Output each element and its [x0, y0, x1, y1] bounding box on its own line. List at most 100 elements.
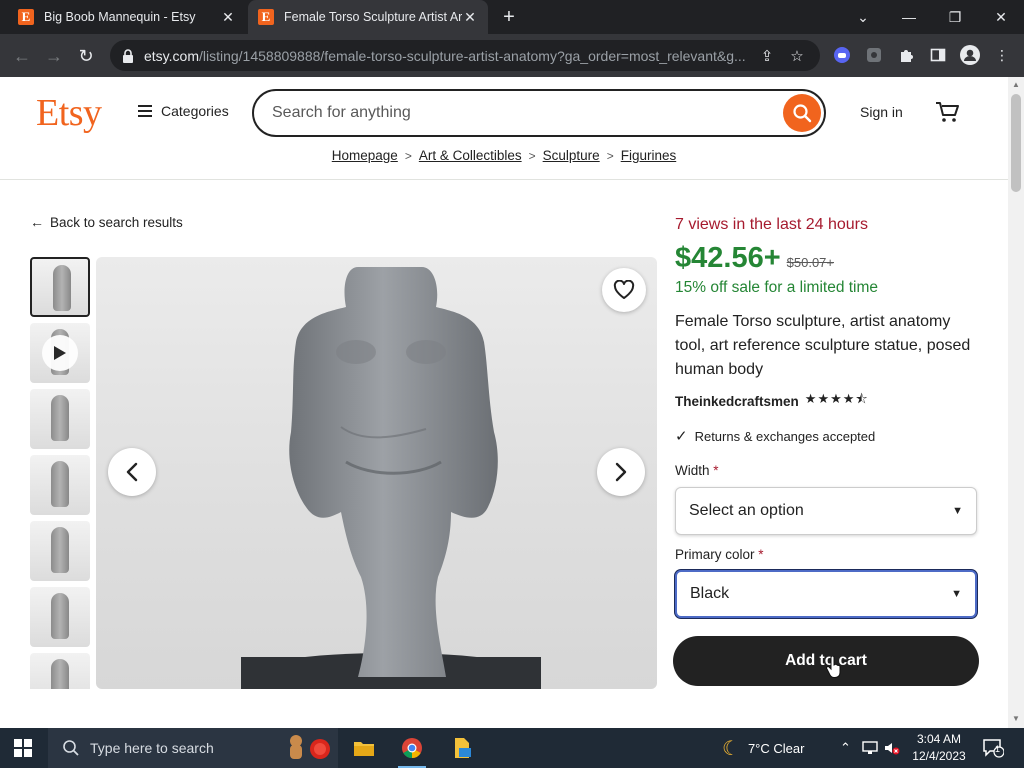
minimize-button[interactable]: — — [886, 0, 932, 34]
more-menu-icon[interactable]: ⋮ — [992, 45, 1012, 65]
heart-icon — [613, 280, 635, 299]
price-row: $42.56+ $50.07+ — [675, 242, 834, 275]
width-label: Width * — [675, 463, 719, 478]
back-arrow-icon[interactable]: ← — [8, 42, 36, 70]
caret-down-icon: ▼ — [952, 505, 963, 517]
thumbnail-image[interactable] — [30, 257, 90, 317]
notification-center-icon[interactable]: 1 — [982, 728, 1004, 768]
scroll-up-icon[interactable]: ▲ — [1011, 80, 1021, 90]
chevron-right-icon: > — [528, 149, 536, 163]
tab-big-boob-mannequin[interactable]: E Big Boob Mannequin - Etsy ✕ — [8, 0, 246, 34]
extension-icon[interactable] — [864, 45, 884, 65]
checkmark-icon: ✓ — [675, 428, 688, 445]
bookmark-star-icon[interactable]: ☆ — [786, 47, 808, 65]
search-icon — [793, 104, 812, 123]
product-title: Female Torso sculpture, artist anatomy t… — [675, 313, 971, 378]
show-hidden-icons-chevron-icon[interactable]: ⌃ — [840, 728, 851, 768]
taskbar-search[interactable]: Type here to search — [48, 728, 338, 768]
tab-female-torso-sculpture[interactable]: E Female Torso Sculpture Artist Ar ✕ — [248, 0, 488, 34]
breadcrumb-homepage[interactable]: Homepage — [332, 148, 398, 163]
network-icon[interactable] — [862, 728, 878, 768]
etsy-logo[interactable]: Etsy — [36, 91, 102, 135]
file-app[interactable] — [440, 728, 484, 768]
browser-toolbar: ← → ↻ etsy.com /listing/1458809888/femal… — [0, 34, 1024, 77]
chevron-right-icon: > — [404, 149, 412, 163]
categories-button[interactable]: Categories — [138, 103, 229, 119]
tab-search-chevron-icon[interactable]: ⌄ — [840, 0, 886, 34]
search-icon — [63, 740, 79, 756]
thumbnail-image[interactable] — [30, 455, 90, 515]
breadcrumb: Homepage > Art & Collectibles > Sculpture > Fi… — [0, 148, 1008, 163]
side-panel-icon[interactable] — [928, 45, 948, 65]
forward-arrow-icon[interactable]: → — [40, 42, 68, 70]
search-bar — [252, 89, 826, 137]
chrome-app[interactable] — [390, 728, 434, 768]
thumbnail-image[interactable] — [30, 587, 90, 647]
primary-color-label: Primary color * — [675, 547, 764, 562]
sign-in-link[interactable]: Sign in — [860, 104, 903, 120]
chevron-left-icon — [126, 462, 138, 482]
required-asterisk: * — [758, 547, 764, 562]
breadcrumb-sculpture[interactable]: Sculpture — [543, 148, 600, 163]
browser-tab-bar: E Big Boob Mannequin - Etsy ✕ E Female T… — [0, 0, 1024, 34]
notification-count: 1 — [995, 744, 1001, 754]
system-clock[interactable]: 3:04 AM 12/4/2023 — [908, 731, 970, 765]
tab-title: Big Boob Mannequin - Etsy — [44, 10, 196, 24]
page-scrollbar[interactable]: ▲ ▼ — [1008, 77, 1024, 728]
discord-extension-icon[interactable] — [832, 45, 852, 65]
color-label-text: Primary color — [675, 547, 755, 562]
chrome-icon — [402, 738, 422, 759]
thumbnail-image[interactable] — [30, 653, 90, 689]
weather-widget[interactable]: ☾ 7°C Clear — [722, 728, 804, 768]
thumbnail-video[interactable] — [30, 323, 90, 383]
star-rating[interactable]: ★★★★⯪ — [805, 390, 869, 412]
taskbar-search-placeholder: Type here to search — [90, 740, 214, 756]
next-image-button[interactable] — [597, 448, 645, 496]
returns-label: Returns & exchanges accepted — [694, 428, 876, 444]
shopping-cart-icon[interactable] — [934, 99, 960, 125]
puzzle-extensions-icon[interactable] — [896, 45, 916, 65]
width-label-text: Width — [675, 463, 710, 478]
primary-color-select[interactable]: Black ▼ — [675, 570, 977, 618]
address-bar[interactable]: etsy.com /listing/1458809888/female-tors… — [110, 40, 820, 71]
gingerbread-doodle-icon — [290, 735, 330, 759]
url-path: /listing/1458809888/female-torso-sculptu… — [198, 47, 746, 64]
breadcrumb-figurines[interactable]: Figurines — [621, 148, 677, 163]
sculpture-photo — [241, 267, 541, 689]
restore-button[interactable]: ❐ — [932, 0, 978, 34]
thumbnail-image[interactable] — [30, 389, 90, 449]
close-icon[interactable]: ✕ — [220, 9, 236, 25]
shop-name-link[interactable]: Theinkedcraftsmen — [675, 394, 799, 409]
chevron-right-icon: > — [606, 149, 614, 163]
back-link-label: Back to search results — [50, 214, 183, 230]
window-close-button[interactable]: ✕ — [978, 0, 1024, 34]
volume-muted-icon[interactable] — [884, 728, 900, 768]
moon-icon: ☾ — [722, 737, 740, 760]
tab-title: Female Torso Sculpture Artist Ar — [284, 10, 462, 24]
back-to-search-link[interactable]: ← Back to search results — [30, 214, 183, 230]
search-button[interactable] — [783, 94, 821, 132]
search-input[interactable] — [272, 104, 783, 122]
share-icon[interactable]: ⇪ — [756, 47, 778, 65]
windows-start-icon[interactable] — [14, 739, 32, 757]
reload-icon[interactable]: ↻ — [72, 42, 100, 70]
url-host: etsy.com — [144, 47, 199, 64]
sale-notice: 15% off sale for a limited time — [675, 279, 879, 296]
weather-text: 7°C Clear — [747, 740, 805, 756]
breadcrumb-art-collectibles[interactable]: Art & Collectibles — [419, 148, 522, 163]
windows-taskbar: Type here to search ☾ 7°C Clear ⌃ 3:04 A… — [0, 728, 1024, 768]
product-main-image[interactable] — [96, 257, 657, 689]
width-select[interactable]: Select an option ▼ — [675, 487, 977, 535]
thumbnail-strip — [30, 257, 90, 689]
categories-label: Categories — [161, 103, 229, 119]
scroll-thumb[interactable] — [1011, 94, 1021, 192]
new-tab-button[interactable]: + — [498, 6, 520, 28]
thumbnail-image[interactable] — [30, 521, 90, 581]
caret-down-icon: ▼ — [951, 588, 962, 600]
previous-image-button[interactable] — [108, 448, 156, 496]
file-explorer-app[interactable] — [342, 728, 386, 768]
scroll-down-icon[interactable]: ▼ — [1011, 714, 1021, 724]
favorite-button[interactable] — [602, 268, 646, 312]
close-icon[interactable]: ✕ — [462, 9, 478, 25]
profile-avatar-icon[interactable] — [960, 45, 980, 65]
